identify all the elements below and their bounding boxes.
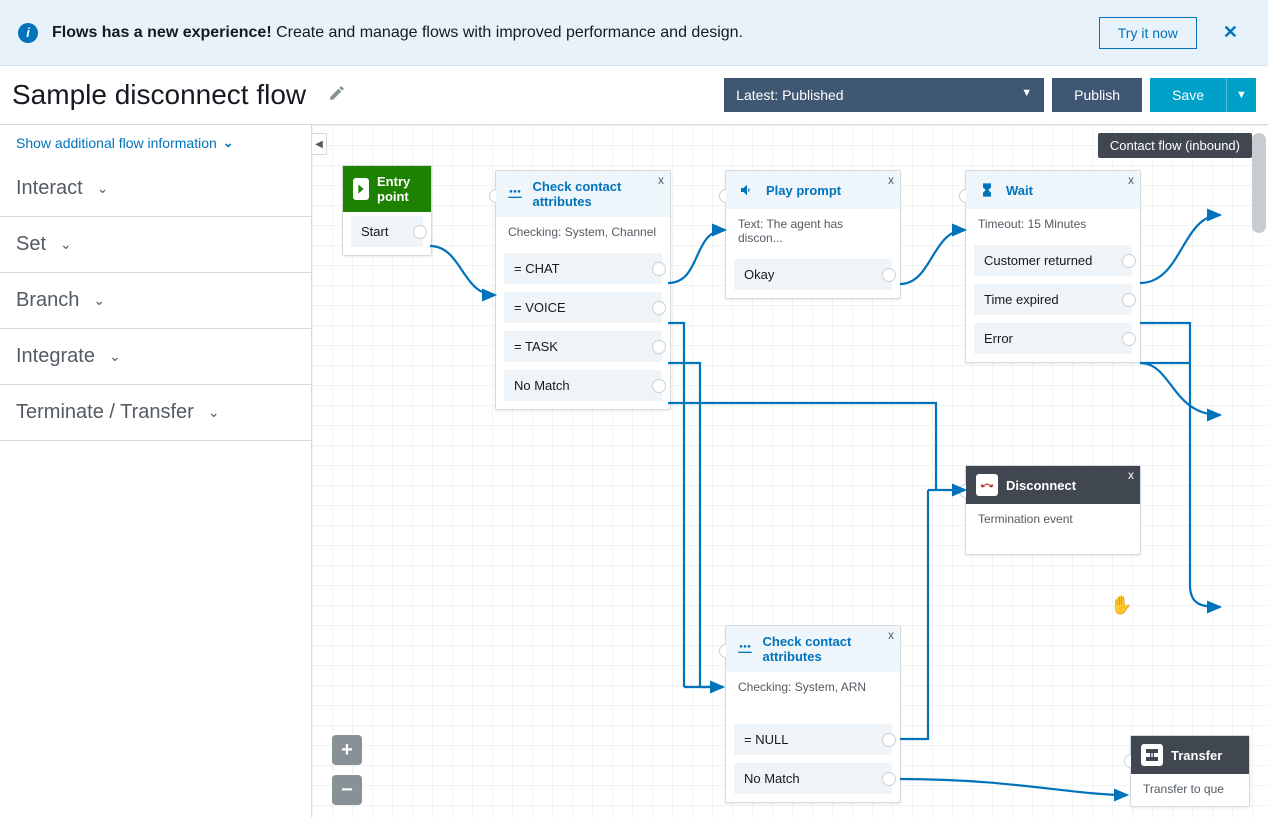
- zoom-controls: + −: [332, 735, 362, 805]
- attributes-icon: [736, 638, 754, 660]
- output-port[interactable]: [652, 262, 666, 276]
- banner-text: Flows has a new experience! Create and m…: [52, 24, 743, 42]
- sidebar-collapse-handle[interactable]: ◀: [311, 133, 327, 155]
- chevron-down-icon: ⌄: [208, 404, 220, 421]
- flow-titlebar: Sample disconnect flow Latest: Published…: [0, 66, 1268, 124]
- flow-type-badge: Contact flow (inbound): [1098, 133, 1252, 158]
- node-title: Play prompt: [766, 183, 841, 198]
- output-port[interactable]: [882, 733, 896, 747]
- chevron-down-icon: ⌄: [109, 348, 121, 365]
- node-title: Entry point: [377, 174, 421, 204]
- close-icon[interactable]: x: [888, 173, 894, 187]
- zoom-out-button[interactable]: −: [332, 775, 362, 805]
- output-chat[interactable]: = CHAT: [504, 253, 662, 284]
- sidebar-item-interact[interactable]: Interact⌄: [0, 161, 311, 217]
- canvas-scrollbar[interactable]: [1252, 133, 1266, 233]
- phone-hangup-icon: [976, 474, 998, 496]
- output-port[interactable]: [882, 268, 896, 282]
- attributes-icon: [506, 183, 524, 205]
- output-error[interactable]: Error: [974, 323, 1132, 354]
- node-check-contact-attributes-2[interactable]: Check contact attributes x Checking: Sys…: [725, 625, 901, 803]
- chevron-down-icon: ⌄: [93, 292, 105, 309]
- output-voice[interactable]: = VOICE: [504, 292, 662, 323]
- show-flow-info-toggle[interactable]: Show additional flow information⌄: [0, 125, 311, 161]
- node-title: Transfer: [1171, 748, 1222, 763]
- output-port[interactable]: [413, 225, 427, 239]
- node-play-prompt[interactable]: Play prompt x Text: The agent has discon…: [725, 170, 901, 299]
- chevron-down-icon: ⌄: [97, 180, 109, 197]
- close-icon[interactable]: x: [1128, 173, 1134, 187]
- new-experience-banner: i Flows has a new experience! Create and…: [0, 0, 1268, 66]
- output-start[interactable]: Start: [351, 216, 423, 247]
- info-icon: i: [18, 23, 38, 43]
- node-desc: Checking: System, Channel: [496, 217, 670, 249]
- node-title: Check contact attributes: [532, 179, 660, 209]
- close-icon[interactable]: ✕: [1211, 22, 1250, 43]
- node-title: Check contact attributes: [762, 634, 890, 664]
- save-dropdown-button[interactable]: ▼: [1226, 78, 1256, 112]
- output-no-match[interactable]: No Match: [504, 370, 662, 401]
- chevron-down-icon: ⌄: [60, 236, 72, 253]
- hourglass-icon: [976, 179, 998, 201]
- page-title: Sample disconnect flow: [12, 79, 306, 111]
- save-button[interactable]: Save: [1150, 78, 1226, 112]
- output-customer-returned[interactable]: Customer returned: [974, 245, 1132, 276]
- output-no-match[interactable]: No Match: [734, 763, 892, 794]
- output-port[interactable]: [1122, 254, 1136, 268]
- output-port[interactable]: [652, 340, 666, 354]
- node-desc: Text: The agent has discon...: [726, 209, 900, 255]
- node-disconnect[interactable]: Disconnect x Termination event: [965, 465, 1141, 555]
- zoom-in-button[interactable]: +: [332, 735, 362, 765]
- pencil-icon[interactable]: [328, 84, 346, 107]
- output-task[interactable]: = TASK: [504, 331, 662, 362]
- node-entry-point[interactable]: Entry point Start: [342, 165, 432, 256]
- node-wait[interactable]: Wait x Timeout: 15 Minutes Customer retu…: [965, 170, 1141, 363]
- output-okay[interactable]: Okay: [734, 259, 892, 290]
- close-icon[interactable]: x: [888, 628, 894, 642]
- speaker-icon: [736, 179, 758, 201]
- sidebar-item-terminate-transfer[interactable]: Terminate / Transfer⌄: [0, 385, 311, 441]
- node-desc: Timeout: 15 Minutes: [966, 209, 1140, 241]
- output-port[interactable]: [882, 772, 896, 786]
- chevron-down-icon: ⌄: [223, 135, 234, 151]
- node-desc: Termination event: [966, 504, 1140, 554]
- publish-button[interactable]: Publish: [1052, 78, 1142, 112]
- output-port[interactable]: [652, 379, 666, 393]
- node-check-contact-attributes-1[interactable]: Check contact attributes x Checking: Sys…: [495, 170, 671, 410]
- output-port[interactable]: [1122, 293, 1136, 307]
- block-palette-sidebar: Show additional flow information⌄ Intera…: [0, 125, 312, 817]
- arrow-right-icon: [353, 178, 369, 200]
- node-desc: Checking: System, ARN: [726, 672, 900, 720]
- output-null[interactable]: = NULL: [734, 724, 892, 755]
- flow-canvas[interactable]: Contact flow (inbound): [312, 125, 1268, 817]
- output-port[interactable]: [652, 301, 666, 315]
- sidebar-item-set[interactable]: Set⌄: [0, 217, 311, 273]
- node-title: Wait: [1006, 183, 1033, 198]
- close-icon[interactable]: x: [658, 173, 664, 187]
- version-dropdown[interactable]: Latest: Published: [724, 78, 1044, 112]
- sidebar-item-integrate[interactable]: Integrate⌄: [0, 329, 311, 385]
- node-title: Disconnect: [1006, 478, 1076, 493]
- node-desc: Transfer to que: [1131, 774, 1249, 806]
- output-time-expired[interactable]: Time expired: [974, 284, 1132, 315]
- transfer-icon: [1141, 744, 1163, 766]
- sidebar-item-branch[interactable]: Branch⌄: [0, 273, 311, 329]
- close-icon[interactable]: x: [1128, 468, 1134, 482]
- node-transfer[interactable]: Transfer Transfer to que: [1130, 735, 1250, 807]
- try-it-now-button[interactable]: Try it now: [1099, 17, 1197, 49]
- output-port[interactable]: [1122, 332, 1136, 346]
